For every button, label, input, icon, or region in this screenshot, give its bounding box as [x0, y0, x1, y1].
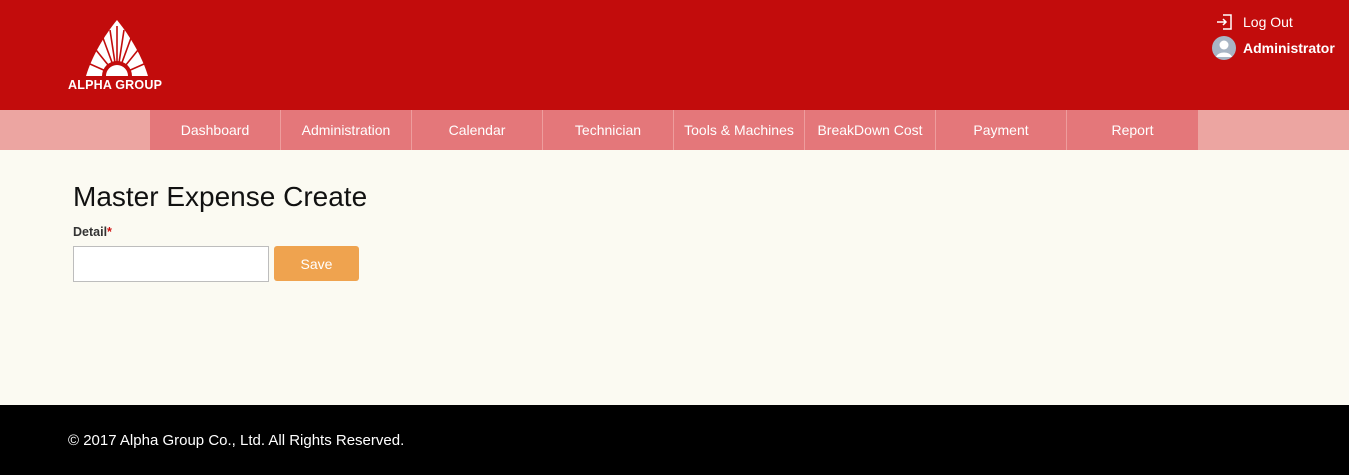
- save-button[interactable]: Save: [274, 246, 359, 281]
- user-menu[interactable]: Administrator: [1212, 36, 1335, 60]
- logout-link[interactable]: Log Out: [1215, 10, 1293, 34]
- main-nav: Dashboard Administration Calendar Techni…: [150, 110, 1198, 150]
- nav-item-report[interactable]: Report: [1067, 110, 1198, 150]
- nav-item-technician[interactable]: Technician: [543, 110, 674, 150]
- logout-label[interactable]: Log Out: [1243, 14, 1293, 30]
- user-avatar-icon: [1212, 36, 1236, 60]
- nav-item-calendar[interactable]: Calendar: [412, 110, 543, 150]
- main-nav-bar: Dashboard Administration Calendar Techni…: [0, 110, 1349, 150]
- footer: © 2017 Alpha Group Co., Ltd. All Rights …: [0, 405, 1349, 475]
- alpha-group-logo-icon: [86, 20, 148, 77]
- nav-item-breakdown-cost[interactable]: BreakDown Cost: [805, 110, 936, 150]
- logout-icon: [1217, 14, 1232, 30]
- nav-item-administration[interactable]: Administration: [281, 110, 412, 150]
- brand-logo[interactable]: ALPHA GROUP: [68, 18, 178, 96]
- detail-label-text: Detail: [73, 225, 108, 239]
- nav-item-payment[interactable]: Payment: [936, 110, 1067, 150]
- nav-item-dashboard[interactable]: Dashboard: [150, 110, 281, 150]
- required-marker: *: [107, 225, 112, 239]
- detail-label: Detail*: [73, 225, 112, 239]
- copyright-text: © 2017 Alpha Group Co., Ltd. All Rights …: [68, 432, 405, 449]
- username[interactable]: Administrator: [1243, 40, 1335, 56]
- brand-name: ALPHA GROUP: [68, 78, 163, 92]
- detail-input[interactable]: [73, 246, 269, 282]
- header: ALPHA GROUP Log Out Administrator: [0, 0, 1349, 110]
- nav-item-tools-machines[interactable]: Tools & Machines: [674, 110, 805, 150]
- page-title: Master Expense Create: [73, 181, 368, 212]
